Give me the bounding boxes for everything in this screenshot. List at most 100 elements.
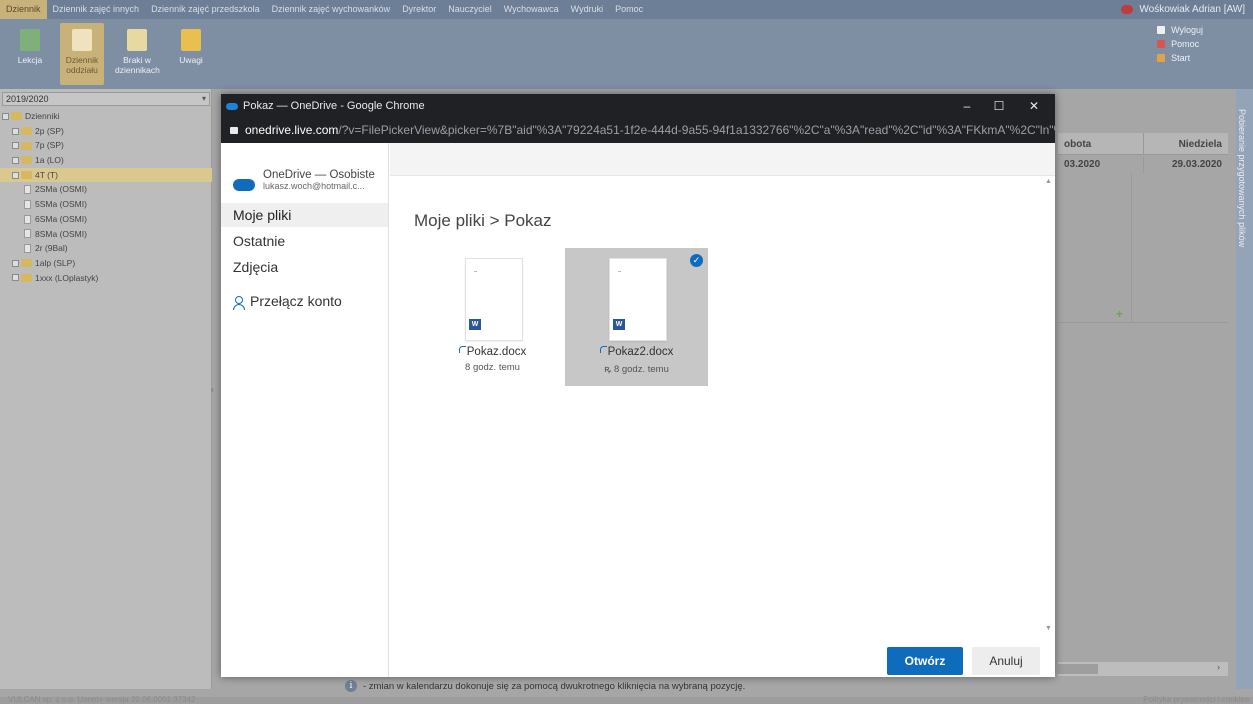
calendar-day-header: Niedziela [1142, 133, 1229, 154]
tree-node-selected[interactable]: 4T (T) [0, 167, 212, 183]
menu-pomoc[interactable]: Pomoc [609, 0, 649, 19]
footer: VULCAN sp. z o.o. Uonet+ wersja 20.06.00… [0, 695, 1253, 704]
expand-icon [12, 259, 19, 267]
year-select[interactable]: 2019/2020 ▾ [2, 92, 210, 106]
breadcrumb: Moje pliki > Pokaz [414, 211, 552, 230]
tree-node[interactable]: 2SMa (OSMI) [0, 182, 212, 197]
tree-label: 2SMa (OSMI) [35, 184, 87, 195]
menu-dziennik[interactable]: Dziennik [0, 0, 47, 19]
tree-node[interactable]: 8SMa (OSMI) [0, 227, 212, 242]
onedrive-cloud-icon [233, 179, 255, 191]
cancel-button[interactable]: Anuluj [972, 647, 1040, 675]
expand-icon [12, 274, 19, 282]
info-icon: i [345, 680, 357, 692]
close-icon[interactable]: ✕ [1018, 94, 1050, 119]
user-icon [1121, 5, 1134, 14]
braki-label: Braki w dziennikach [115, 55, 160, 75]
nav-ostatnie[interactable]: Ostatnie [221, 229, 388, 253]
remark-icon [181, 29, 201, 51]
downloads-rail[interactable]: Pobieranie przygotowanych plików [1236, 89, 1253, 689]
tree-node[interactable]: Dzienniki [0, 109, 212, 124]
collapse-icon [12, 171, 19, 179]
add-icon[interactable]: + [1116, 307, 1123, 321]
lesson-icon [20, 29, 40, 51]
menu-dziennik-przedszkola[interactable]: Dziennik zajęć przedszkola [145, 0, 266, 19]
menu-dziennik-zajec-innych[interactable]: Dziennik zajęć innych [47, 0, 146, 19]
tree-node[interactable]: 1alp (SLP) [0, 256, 212, 271]
wyloguj-link[interactable]: Wyloguj [1157, 23, 1203, 37]
address-bar[interactable]: onedrive.live.com/?v=FilePickerView&pick… [221, 119, 1055, 143]
calendar-date: 29.03.2020 [1142, 157, 1229, 173]
file-list-scrollbar[interactable]: ▲ ▼ [1043, 176, 1055, 634]
nav-moje-pliki[interactable]: Moje pliki [221, 203, 388, 227]
shared-icon: ꝶ [604, 364, 614, 375]
tree-label: 7p (SP) [35, 140, 64, 151]
tree-node[interactable]: 1xxx (LOplastyk) [0, 271, 212, 286]
switch-account-label: Przełącz konto [250, 293, 342, 309]
sync-icon [458, 346, 466, 353]
uwagi-button[interactable]: Uwagi [169, 23, 213, 85]
window-titlebar[interactable]: Pokaz — OneDrive - Google Chrome – ☐ ✕ [221, 94, 1055, 119]
user-name: Wośkowiak Adrian [AW] [1139, 4, 1245, 15]
menu-wychowawca[interactable]: Wychowawca [498, 0, 565, 19]
tree-node[interactable]: 1a (LO) [0, 153, 212, 168]
word-icon: W [469, 319, 481, 330]
journal-tree: Dzienniki 2p (SP) 7p (SP) 1a (LO) 4T (T)… [0, 109, 212, 285]
privacy-link[interactable]: Polityka prywatności i cookies [1143, 695, 1249, 704]
splitter-handle[interactable]: ‹ [211, 385, 215, 395]
minimize-icon[interactable]: – [951, 94, 983, 119]
file-tile-selected[interactable]: ✓ W Pokaz2.docx ꝶ 8 godz. temu [565, 248, 708, 386]
tree-node[interactable]: 2r (9Bal) [0, 241, 212, 256]
onedrive-icon [226, 103, 238, 110]
open-button[interactable]: Otwórz [887, 647, 963, 675]
dziennik-oddzialu-button[interactable]: Dziennik oddziału [60, 23, 104, 85]
folder-icon [11, 112, 22, 121]
folder-icon [21, 141, 32, 150]
menu-dyrektor[interactable]: Dyrektor [396, 0, 442, 19]
tree-label: 2p (SP) [35, 125, 64, 136]
scroll-up-icon[interactable]: ▲ [1045, 178, 1052, 185]
url-host: onedrive.live.com [245, 123, 339, 137]
file-name: Pokaz2.docx [565, 346, 708, 358]
sync-icon [599, 346, 607, 353]
tree-label: 2r (9Bal) [35, 243, 68, 254]
file-tile[interactable]: W Pokaz.docx 8 godz. temu [421, 248, 564, 386]
scrollbar-thumb[interactable] [1058, 664, 1098, 674]
user-info[interactable]: Wośkowiak Adrian [AW] [1121, 0, 1245, 19]
folder-icon [21, 156, 32, 165]
calendar-divider [1131, 173, 1132, 323]
start-link[interactable]: Start [1157, 51, 1203, 65]
nav-zdjecia[interactable]: Zdjęcia [221, 255, 388, 279]
pomoc-link[interactable]: Pomoc [1157, 37, 1203, 51]
pomoc-label: Pomoc [1171, 39, 1200, 49]
word-icon: W [613, 319, 625, 330]
checkmark-icon[interactable]: ✓ [690, 254, 703, 267]
collapse-icon [2, 112, 9, 120]
menu-wydruki[interactable]: Wydruki [565, 0, 609, 19]
menu-dziennik-wychowankow[interactable]: Dziennik zajęć wychowanków [266, 0, 397, 19]
account-email: lukasz.woch@hotmail.c... [263, 181, 365, 191]
file-modified: 8 godz. temu [465, 362, 520, 373]
braki-button[interactable]: Braki w dziennikach [115, 23, 160, 85]
calendar-body[interactable]: + [1058, 173, 1228, 323]
tree-node[interactable]: 5SMa (OSMI) [0, 197, 212, 212]
downloads-rail-label: Pobieranie przygotowanych plików [1237, 109, 1247, 248]
home-icon [1157, 54, 1166, 62]
expand-icon [12, 156, 19, 164]
switch-account-button[interactable]: Przełącz konto [221, 289, 388, 313]
calendar-date: 03.2020 [1064, 159, 1101, 170]
url-path: /?v=FilePickerView&picker=%7B"aid"%3A"79… [338, 123, 1055, 137]
lekcja-button[interactable]: Lekcja [8, 23, 52, 85]
chevron-right-icon[interactable]: › [1217, 662, 1220, 672]
maximize-icon[interactable]: ☐ [983, 94, 1015, 119]
tree-node[interactable]: 6SMa (OSMI) [0, 212, 212, 227]
calendar-dates: 03.2020 29.03.2020 [1058, 157, 1228, 173]
tree-node[interactable]: 7p (SP) [0, 138, 212, 153]
calendar-hint: i - zmian w kalendarzu dokonuje się za p… [345, 678, 745, 694]
scroll-down-icon[interactable]: ▼ [1045, 625, 1052, 632]
folder-icon [21, 273, 32, 282]
tree-node[interactable]: 2p (SP) [0, 124, 212, 139]
menu-nauczyciel[interactable]: Nauczyciel [442, 0, 498, 19]
calendar-scrollbar[interactable]: › [1058, 662, 1228, 676]
document-icon [24, 214, 31, 224]
